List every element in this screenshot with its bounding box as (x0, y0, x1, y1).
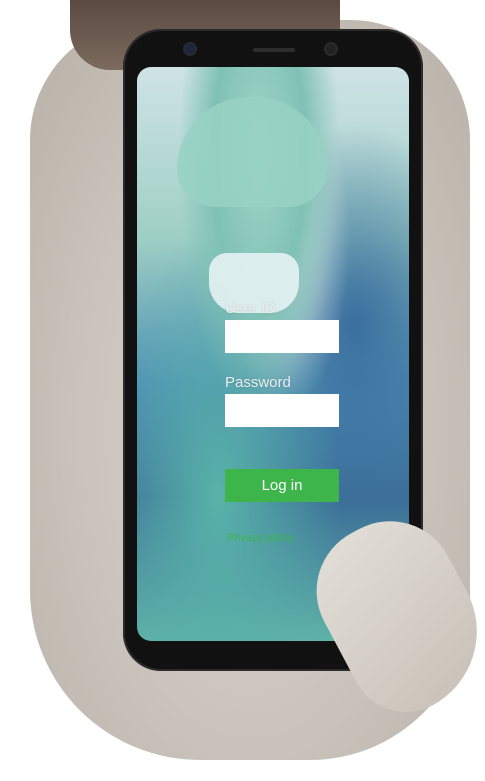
background-surgeon-image (177, 97, 327, 207)
speaker-icon (253, 48, 295, 52)
password-label: Password (225, 374, 291, 391)
camera-icon (185, 44, 195, 54)
privacy-policy-link[interactable]: Privacy policy (227, 532, 294, 544)
login-button[interactable]: Log in (225, 469, 339, 502)
password-input[interactable] (225, 394, 339, 427)
user-id-input[interactable] (225, 320, 339, 353)
user-id-label: User ID (225, 300, 276, 317)
sensor-icon (326, 44, 336, 54)
